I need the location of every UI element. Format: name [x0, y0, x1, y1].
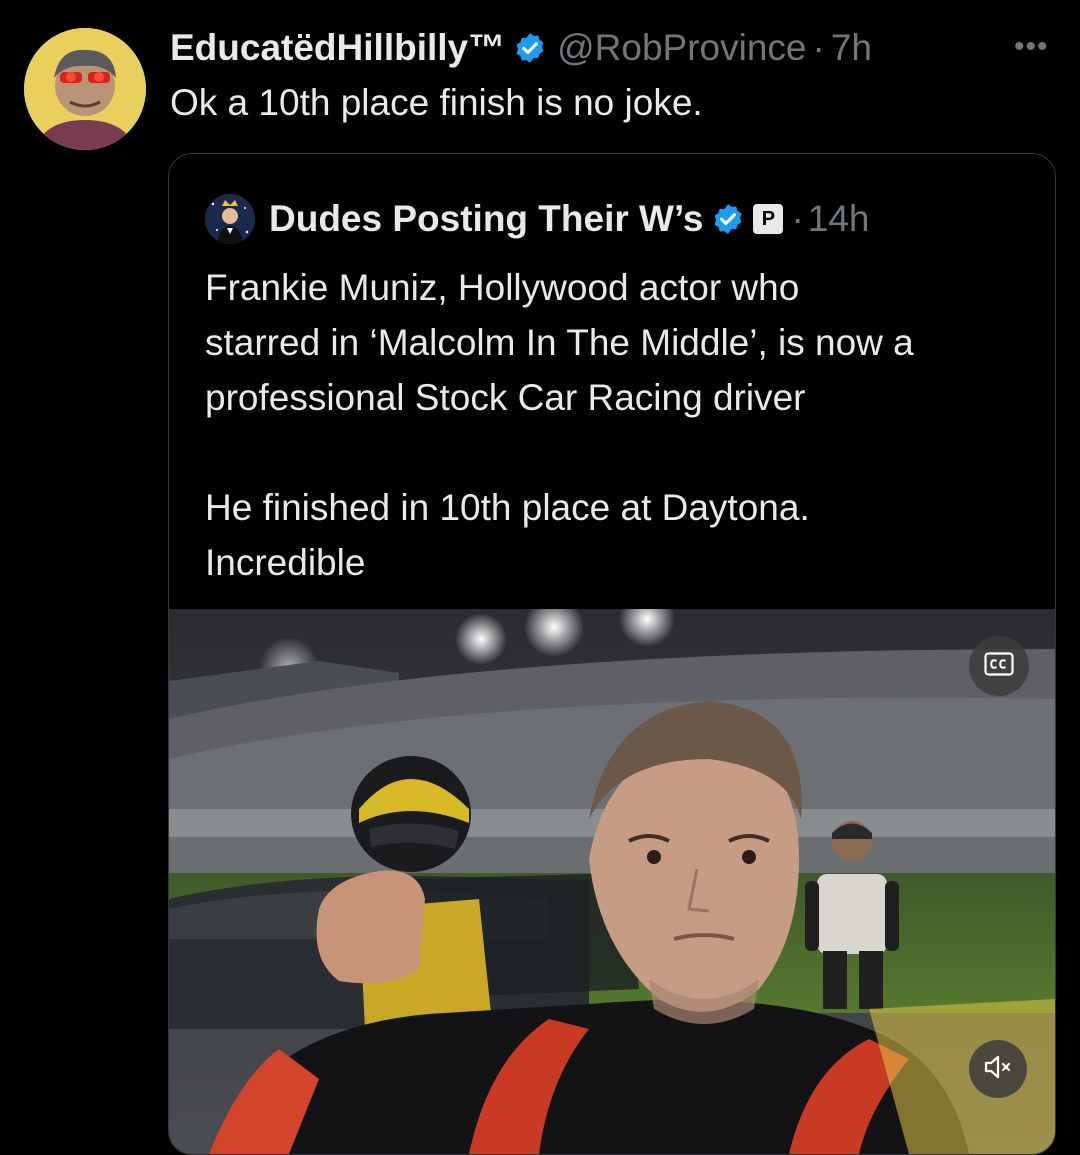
author-display-name[interactable]: EducatëdHillbilly™	[170, 27, 505, 69]
separator-dot: ·	[791, 198, 804, 239]
separator-dot: ·	[812, 27, 825, 68]
tweet-text: Ok a 10th place finish is no joke.	[170, 82, 703, 123]
volume-muted-icon	[983, 1053, 1013, 1086]
tweet-header: EducatëdHillbilly™ @RobProvince · 7h	[170, 26, 872, 70]
quoted-text-line: Frankie Muniz, Hollywood actor who	[205, 267, 800, 308]
quoted-text-line: Incredible	[205, 542, 366, 583]
quoted-tweet-header: Dudes Posting Their W’s P · 14h	[205, 194, 870, 244]
affiliate-badge-icon[interactable]: P	[753, 204, 784, 234]
quoted-text-line: starred in ‘Malcolm In The Middle’, is n…	[205, 322, 914, 363]
quoted-tweet-timestamp[interactable]: 14h	[808, 198, 870, 240]
more-options-icon[interactable]: •••	[1014, 30, 1049, 64]
quoted-author-display-name[interactable]: Dudes Posting Their W’s	[269, 198, 703, 240]
quoted-tweet-card[interactable]: Dudes Posting Their W’s P · 14h Frankie …	[168, 153, 1056, 1155]
mute-toggle-button[interactable]	[969, 1040, 1027, 1098]
quoted-tweet-text: Frankie Muniz, Hollywood actor who starr…	[205, 260, 1045, 590]
quoted-text-line: professional Stock Car Racing driver	[205, 377, 806, 418]
closed-captions-icon	[984, 651, 1014, 681]
video-player[interactable]	[169, 609, 1055, 1154]
verified-badge-icon	[513, 31, 547, 65]
author-avatar[interactable]	[24, 28, 146, 150]
author-handle[interactable]: @RobProvince	[557, 27, 806, 69]
verified-badge-icon	[711, 202, 745, 236]
closed-captions-button[interactable]	[969, 636, 1029, 696]
tweet-timestamp[interactable]: 7h	[831, 27, 872, 69]
quoted-text-line: He finished in 10th place at Daytona.	[205, 487, 810, 528]
quoted-author-avatar[interactable]	[205, 194, 255, 244]
